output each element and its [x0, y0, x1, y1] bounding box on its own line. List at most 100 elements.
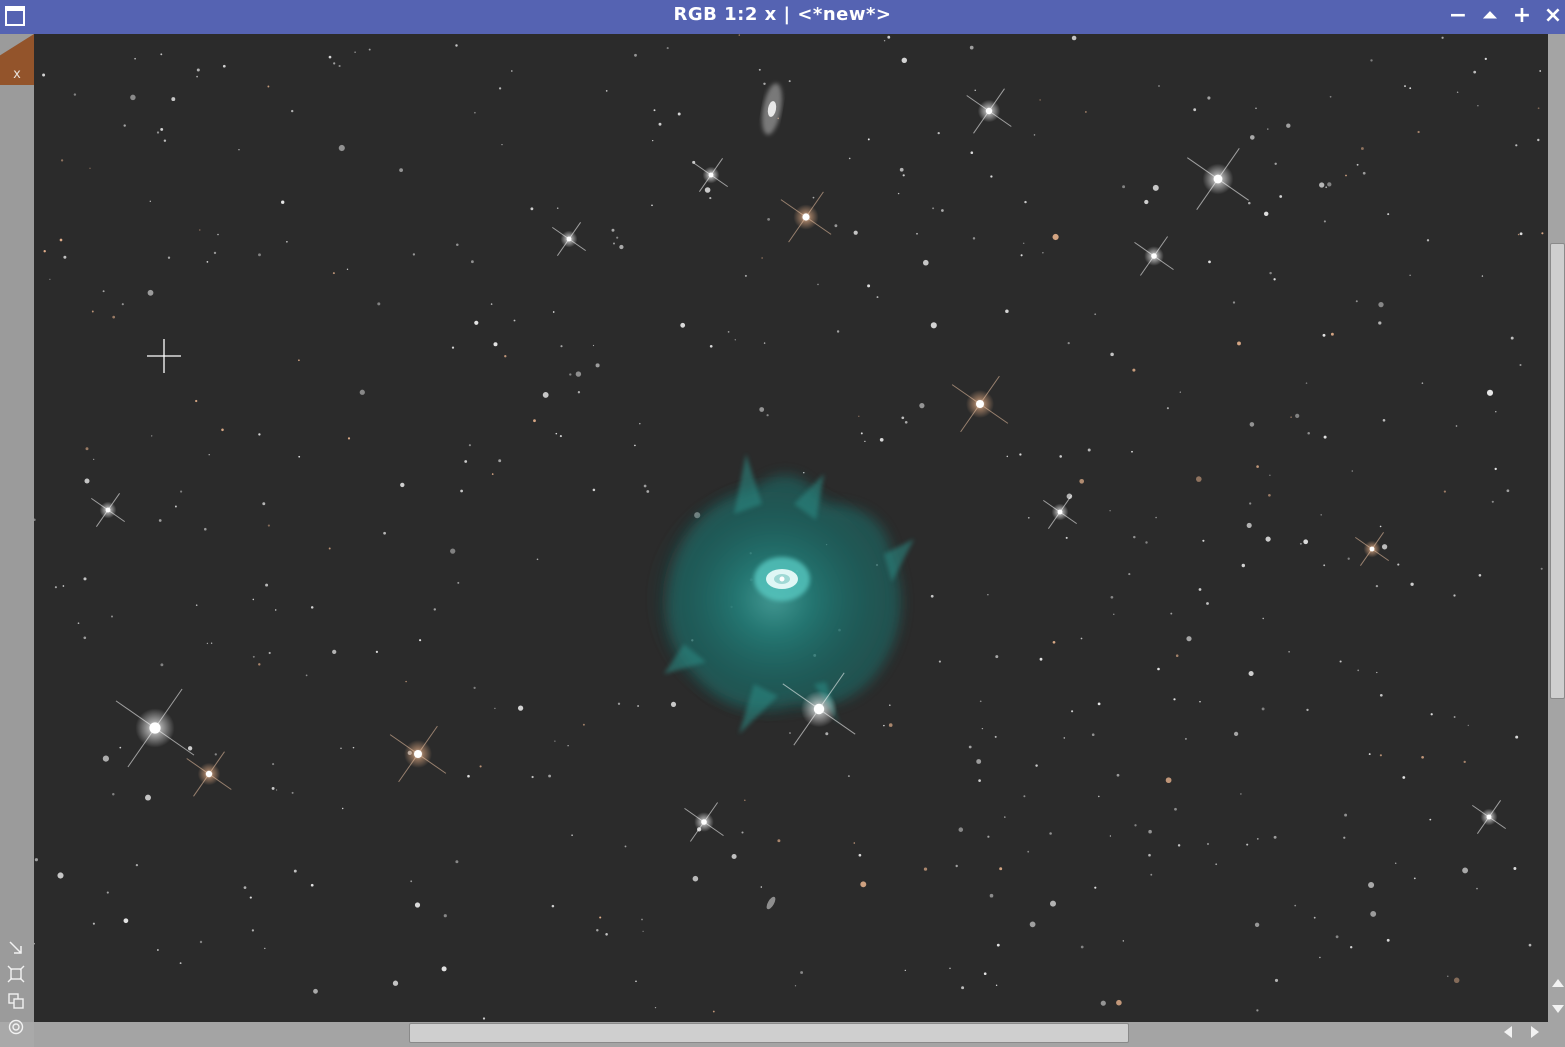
star [310, 606, 314, 609]
star [1157, 667, 1160, 671]
star [554, 740, 556, 742]
star [213, 251, 217, 255]
star [1286, 123, 1291, 128]
star [617, 702, 621, 705]
fit-view-icon[interactable] [5, 963, 27, 985]
star [670, 701, 677, 707]
star [291, 791, 294, 794]
star [456, 243, 459, 246]
star [1290, 416, 1292, 418]
star [652, 139, 654, 142]
star [1426, 239, 1430, 242]
astro-image[interactable] [34, 34, 1548, 1022]
star [1288, 651, 1290, 653]
star [221, 428, 224, 432]
scroll-down-arrow-icon[interactable] [1552, 1005, 1564, 1013]
star [1268, 493, 1271, 497]
star [328, 547, 331, 550]
star [1515, 144, 1518, 147]
star [63, 255, 67, 259]
star [298, 455, 301, 458]
star [455, 44, 458, 47]
star [262, 502, 266, 506]
star [180, 490, 183, 493]
star [635, 980, 637, 983]
star [1350, 946, 1353, 949]
star [243, 886, 247, 889]
star [1273, 835, 1277, 839]
horizontal-scroll-thumb[interactable] [409, 1023, 1129, 1043]
star [1134, 824, 1137, 827]
star [1262, 617, 1264, 620]
star [412, 253, 416, 256]
close-button[interactable]: × [1541, 4, 1565, 28]
star [410, 880, 413, 883]
star [1198, 588, 1202, 591]
star [825, 732, 829, 736]
star [474, 111, 476, 114]
clone-view-icon[interactable] [5, 990, 27, 1012]
title-bar[interactable]: RGB 1:2 x | <*new*> − ⏶ + × [0, 0, 1565, 34]
star [1495, 411, 1497, 413]
star [1256, 838, 1259, 840]
star [904, 420, 908, 424]
star [949, 967, 951, 970]
scroll-up-arrow-icon[interactable] [1552, 979, 1564, 987]
star [1144, 199, 1149, 205]
maximize-button[interactable]: + [1510, 4, 1534, 28]
scroll-right-arrow-icon[interactable] [1531, 1026, 1539, 1038]
star [677, 112, 681, 116]
star [59, 238, 63, 242]
star [275, 789, 278, 791]
star [473, 686, 476, 690]
image-view[interactable] [34, 34, 1548, 1022]
star [340, 747, 342, 750]
star [106, 891, 109, 894]
shade-button[interactable]: ⏶ [1478, 4, 1502, 28]
vertical-scroll-thumb[interactable] [1550, 243, 1565, 699]
star [1330, 332, 1334, 336]
star [1370, 59, 1373, 62]
star [654, 1006, 657, 1009]
star [1351, 470, 1354, 472]
resize-icon[interactable] [5, 937, 27, 959]
star [1360, 147, 1364, 150]
star [643, 484, 647, 488]
star [1409, 87, 1412, 90]
star [731, 853, 737, 860]
star [577, 391, 581, 394]
star [727, 331, 730, 333]
star [134, 57, 136, 60]
star [738, 34, 740, 36]
star [709, 344, 713, 348]
star [34, 858, 38, 862]
star [346, 268, 349, 270]
star [1240, 793, 1242, 795]
star [888, 723, 893, 727]
star [651, 204, 653, 207]
star [575, 371, 582, 377]
scroll-left-arrow-icon[interactable] [1504, 1026, 1512, 1038]
star [1303, 539, 1309, 545]
target-icon[interactable] [5, 1016, 27, 1038]
star [1379, 693, 1383, 697]
star [1109, 835, 1112, 837]
star [1528, 943, 1532, 947]
star [938, 660, 941, 663]
star [313, 988, 318, 994]
star [222, 64, 226, 68]
star [582, 723, 585, 726]
star [1116, 773, 1120, 777]
star [1327, 182, 1332, 187]
star [922, 259, 929, 266]
star [93, 458, 95, 460]
minimize-button[interactable]: − [1446, 4, 1470, 28]
star [533, 419, 536, 423]
star [1453, 716, 1456, 718]
star [179, 962, 182, 965]
star [1248, 201, 1251, 205]
star [864, 440, 866, 443]
star [569, 373, 572, 376]
star [1274, 162, 1277, 165]
star [158, 519, 162, 522]
